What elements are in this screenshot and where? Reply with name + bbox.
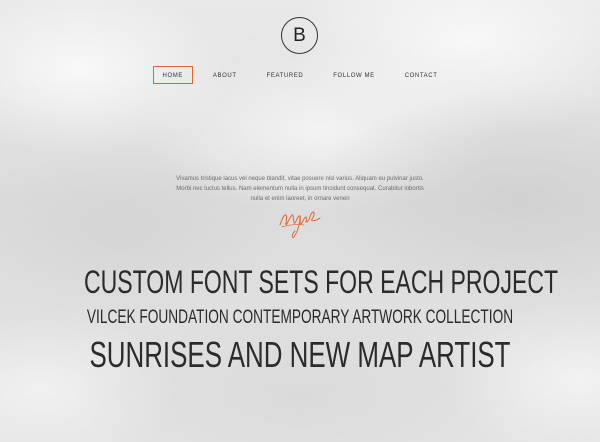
headline-vilcek-foundation: VILCEK FOUNDATION CONTEMPORARY ARTWORK C… (86, 307, 514, 328)
nav-item-home[interactable]: HOME (152, 66, 193, 84)
site-logo[interactable]: B (281, 17, 318, 54)
nav-item-follow-me[interactable]: FOLLOW ME (323, 66, 384, 84)
nav-item-about[interactable]: ABOUT (203, 66, 247, 84)
nav-item-featured[interactable]: FEATURED (257, 66, 314, 84)
headline-sunrises: SUNRISES AND NEW MAP ARTIST (89, 334, 511, 375)
main-nav: HOME ABOUT FEATURED FOLLOW ME CONTACT (0, 66, 600, 84)
signature-image (279, 211, 321, 238)
headline-custom-fonts: CUSTOM FONT SETS FOR EACH PROJECT (83, 264, 559, 300)
nav-item-contact[interactable]: CONTACT (395, 66, 448, 84)
logo-letter: B (293, 24, 306, 46)
intro-paragraph: Vivamus tristique lacus vel neque blandi… (176, 176, 424, 202)
